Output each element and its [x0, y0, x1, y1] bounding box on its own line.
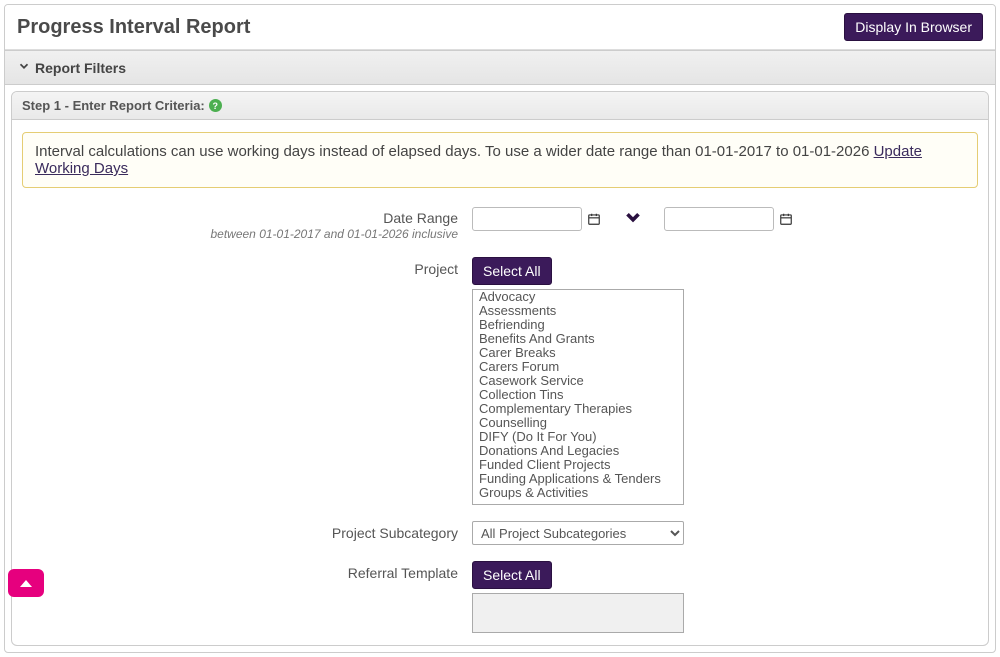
date-from-input[interactable] — [472, 207, 582, 231]
project-listbox-item[interactable]: Casework Service — [473, 374, 683, 388]
project-input-col: Select All AdvocacyAssessmentsBefriendin… — [472, 257, 978, 505]
date-range-input-col — [472, 206, 978, 231]
project-listbox-item[interactable]: Befriending — [473, 318, 683, 332]
date-range-label-col: Date Range between 01-01-2017 and 01-01-… — [22, 206, 472, 241]
report-filters-bar[interactable]: Report Filters — [5, 50, 995, 85]
help-icon[interactable]: ? — [209, 99, 222, 112]
step1-body: Interval calculations can use working da… — [12, 120, 988, 645]
project-listbox-item[interactable]: Donations And Legacies — [473, 444, 683, 458]
project-listbox-item[interactable]: Collection Tins — [473, 388, 683, 402]
subcategory-input-col: All Project Subcategories — [472, 521, 978, 545]
report-filters-label: Report Filters — [35, 60, 126, 76]
subcategory-row: Project Subcategory All Project Subcateg… — [22, 521, 978, 545]
project-listbox-item[interactable]: Carers Forum — [473, 360, 683, 374]
page-title: Progress Interval Report — [17, 16, 250, 39]
step1-header: Step 1 - Enter Report Criteria: ? — [12, 92, 988, 120]
project-row: Project Select All AdvocacyAssessmentsBe… — [22, 257, 978, 505]
step1-section: Step 1 - Enter Report Criteria: ? Interv… — [11, 91, 989, 646]
chevron-down-icon — [17, 59, 31, 76]
subcategory-label: Project Subcategory — [332, 525, 458, 541]
project-listbox-item[interactable]: Advocacy — [473, 290, 683, 304]
subcategory-label-col: Project Subcategory — [22, 521, 472, 541]
project-listbox-item[interactable]: Assessments — [473, 304, 683, 318]
project-listbox[interactable]: AdvocacyAssessmentsBefriendingBenefits A… — [472, 289, 684, 505]
page-header: Progress Interval Report Display In Brow… — [5, 5, 995, 50]
calendar-to-icon[interactable] — [778, 211, 794, 227]
project-label: Project — [414, 261, 458, 277]
calendar-from-icon[interactable] — [586, 211, 602, 227]
date-range-inputs — [472, 206, 794, 231]
project-listbox-item[interactable]: Benefits And Grants — [473, 332, 683, 346]
subcategory-select[interactable]: All Project Subcategories — [472, 521, 684, 545]
referral-select-all-button[interactable]: Select All — [472, 561, 552, 589]
project-listbox-item[interactable]: Funding Applications & Tenders — [473, 472, 683, 486]
referral-label: Referral Template — [348, 565, 458, 581]
step1-title: Step 1 - Enter Report Criteria: — [22, 98, 205, 113]
project-listbox-item[interactable]: DIFY (Do It For You) — [473, 430, 683, 444]
project-listbox-item[interactable]: Complementary Therapies — [473, 402, 683, 416]
date-to-input[interactable] — [664, 207, 774, 231]
date-range-sublabel: between 01-01-2017 and 01-01-2026 inclus… — [22, 227, 458, 241]
triangle-up-icon — [20, 580, 32, 587]
project-listbox-item[interactable]: Counselling — [473, 416, 683, 430]
referral-listbox[interactable] — [472, 593, 684, 633]
chevron-down-icon — [622, 206, 644, 231]
display-in-browser-button[interactable]: Display In Browser — [844, 13, 983, 41]
scroll-to-top-button[interactable] — [8, 569, 44, 597]
page-container: Progress Interval Report Display In Brow… — [4, 4, 996, 653]
project-select-all-button[interactable]: Select All — [472, 257, 552, 285]
project-listbox-item[interactable]: Funded Client Projects — [473, 458, 683, 472]
working-days-notice: Interval calculations can use working da… — [22, 132, 978, 188]
referral-row: Referral Template Select All — [22, 561, 978, 633]
date-range-row: Date Range between 01-01-2017 and 01-01-… — [22, 206, 978, 241]
referral-input-col: Select All — [472, 561, 978, 633]
notice-text: Interval calculations can use working da… — [35, 143, 874, 160]
referral-label-col: Referral Template — [22, 561, 472, 581]
project-listbox-item[interactable]: Groups & Activities — [473, 486, 683, 500]
project-listbox-item[interactable]: Carer Breaks — [473, 346, 683, 360]
date-range-label: Date Range — [383, 210, 458, 226]
project-label-col: Project — [22, 257, 472, 277]
